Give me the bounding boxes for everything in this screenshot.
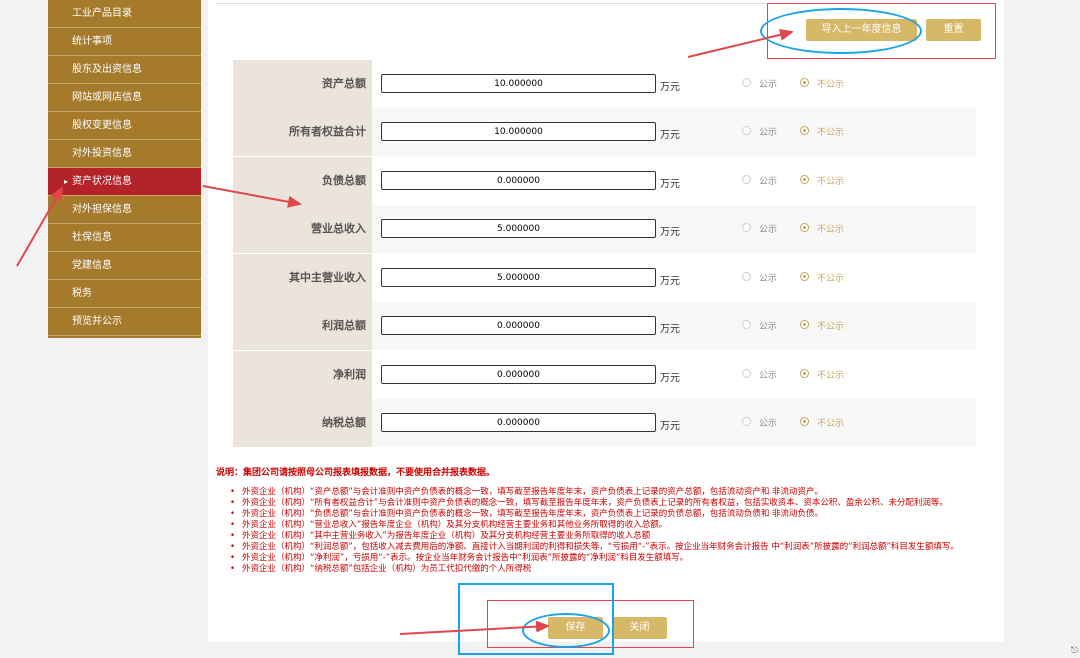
arrow-to-save (399, 620, 550, 635)
corner-icon: ⎋ (1070, 646, 1078, 656)
arrow-to-form (202, 185, 302, 208)
arrow-to-sidebar (16, 186, 63, 267)
arrow-to-import (687, 28, 794, 58)
annotation-arrows (16, 28, 794, 635)
